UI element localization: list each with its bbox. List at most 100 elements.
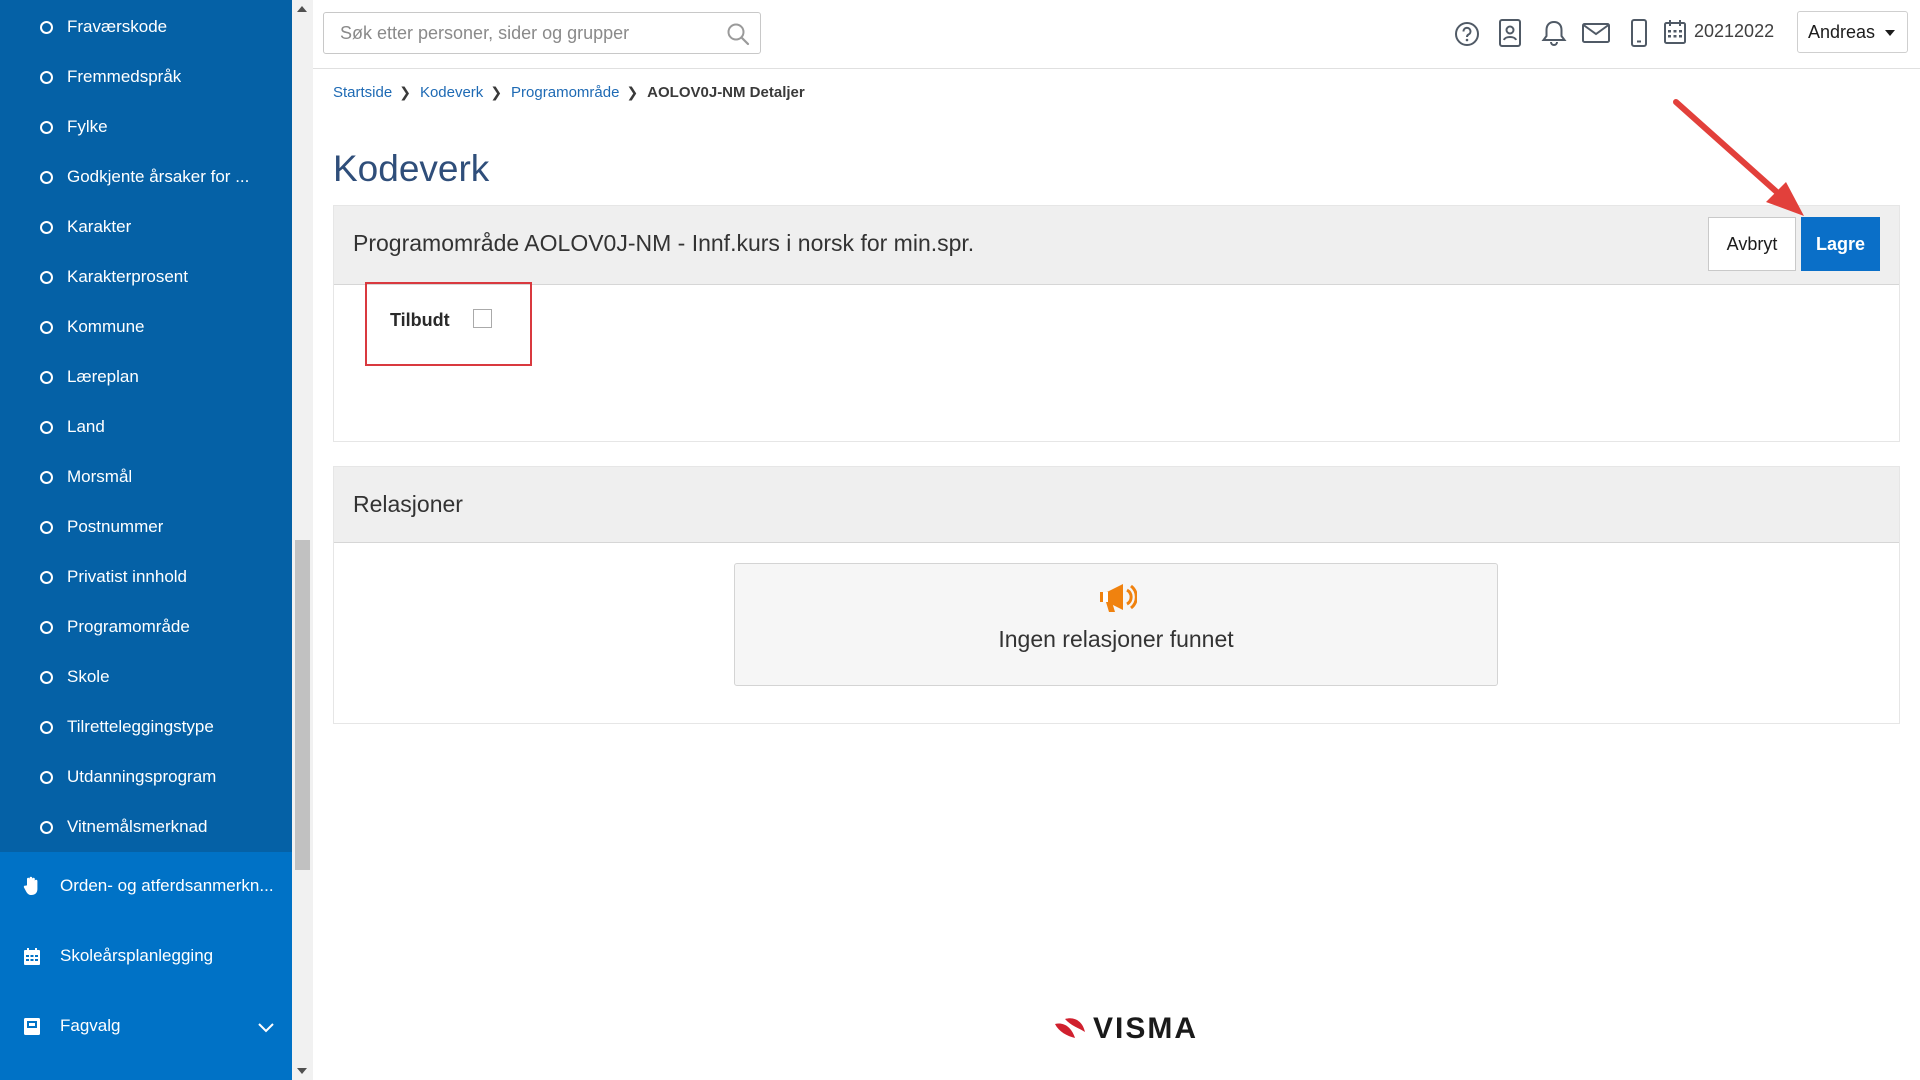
chevron-right-icon: ❯ — [626, 84, 639, 100]
scroll-down-arrow[interactable] — [297, 1068, 307, 1074]
school-year[interactable]: 20212022 — [1694, 21, 1774, 42]
sidebar-item-label: Fremmedspråk — [67, 67, 182, 86]
circle-icon — [40, 320, 53, 334]
visma-logo-text: VISMA — [1093, 1012, 1199, 1045]
contacts-icon[interactable] — [1499, 19, 1521, 52]
sidebar-item-label: Fylke — [67, 117, 108, 136]
sidebar-item-label: Fraværskode — [67, 17, 168, 36]
top-bar: 22 20212022 Andreas — [313, 0, 1920, 69]
circle-icon — [40, 720, 53, 734]
sidebar-item-label: Land — [67, 417, 105, 436]
breadcrumb: Startside ❯ Kodeverk ❯ Programområde ❯ A… — [333, 84, 805, 101]
calendar-icon[interactable] — [1664, 20, 1686, 49]
page-title: Kodeverk — [333, 148, 490, 189]
tilbudt-checkbox[interactable] — [473, 309, 492, 328]
hand-icon — [22, 876, 42, 896]
circle-icon — [40, 70, 53, 84]
sidebar-item-karakterprosent[interactable]: Karakterprosent — [0, 252, 292, 302]
sidebar-item-label: Morsmål — [67, 467, 133, 486]
sidebar-item-label: Postnummer — [67, 517, 164, 536]
sidebar-scrollbar[interactable] — [292, 0, 313, 1080]
sidebar-item-label: Tilretteleggingstype — [67, 717, 214, 736]
search-icon[interactable] — [726, 22, 750, 51]
circle-icon — [40, 670, 53, 684]
sidebar-item-label: Karakterprosent — [67, 267, 188, 286]
breadcrumb-kodeverk[interactable]: Kodeverk — [420, 84, 483, 101]
help-icon[interactable] — [1454, 21, 1480, 52]
sidebar-item-label: Programområde — [67, 617, 190, 636]
sidebar-item-morsmal[interactable]: Morsmål — [0, 452, 292, 502]
circle-icon — [40, 820, 53, 834]
user-menu-button[interactable]: Andreas — [1797, 11, 1908, 53]
breadcrumb-startside[interactable]: Startside — [333, 84, 392, 101]
breadcrumb-programomrade[interactable]: Programområde — [511, 84, 619, 101]
sidebar-item-fylke[interactable]: Fylke — [0, 102, 292, 152]
calendar-icon — [22, 946, 42, 966]
sidebar-item-label: Utdanningsprogram — [67, 767, 217, 786]
sidebar-item-laereplan[interactable]: Læreplan — [0, 352, 292, 402]
cancel-button[interactable]: Avbryt — [1708, 217, 1796, 271]
user-name: Andreas — [1808, 21, 1876, 42]
sidebar-item-label: Skole — [67, 667, 110, 686]
relations-panel-header: Relasjoner — [334, 467, 1899, 543]
empty-state: Ingen relasjoner funnet — [734, 563, 1498, 686]
sidebar-item-fremmedsprak[interactable]: Fremmedspråk — [0, 52, 292, 102]
circle-icon — [40, 570, 53, 584]
circle-icon — [40, 770, 53, 784]
mail-icon[interactable] — [1582, 23, 1610, 48]
circle-icon — [40, 220, 53, 234]
breadcrumb-current: AOLOV0J-NM Detaljer — [647, 84, 805, 101]
red-arrow-annotation — [1673, 99, 1804, 216]
tilbudt-label: Tilbudt — [390, 310, 450, 330]
sidebar-item-label: Vitnemålsmerknad — [67, 817, 208, 836]
circle-icon — [40, 620, 53, 634]
scroll-thumb[interactable] — [295, 540, 310, 870]
search-box — [323, 12, 761, 54]
chevron-down-icon[interactable] — [258, 1018, 274, 1038]
sidebar-item-label: Karakter — [67, 217, 132, 236]
sidebar-sublist: Fraværskode Fremmedspråk Fylke Godkjente… — [0, 0, 292, 852]
circle-icon — [40, 270, 53, 284]
scroll-up-arrow[interactable] — [297, 6, 307, 12]
visma-logo: VISMA — [1053, 1012, 1198, 1046]
circle-icon — [40, 120, 53, 134]
sidebar-item-label: Fagvalg — [60, 1016, 121, 1035]
circle-icon — [40, 170, 53, 184]
circle-icon — [40, 370, 53, 384]
sidebar-item-label: Skoleårsplanlegging — [60, 946, 214, 965]
sidebar-item-label: Godkjente årsaker for ... — [67, 167, 250, 186]
bell-icon[interactable] — [1541, 20, 1567, 52]
sidebar-item-label: Orden- og atferdsanmerkn... — [60, 876, 274, 895]
circle-icon — [40, 520, 53, 534]
sidebar-item-godkjente-arsaker[interactable]: Godkjente årsaker for ... — [0, 152, 292, 202]
sidebar-item-skole[interactable]: Skole — [0, 652, 292, 702]
chevron-right-icon: ❯ — [399, 84, 411, 100]
sidebar-item-vitnemalsmerknad[interactable]: Vitnemålsmerknad — [0, 802, 292, 852]
sidebar-item-orden-atferd[interactable]: Orden- og atferdsanmerkn... — [0, 856, 292, 916]
chevron-right-icon: ❯ — [490, 84, 503, 100]
sidebar-item-programomrade[interactable]: Programområde — [0, 602, 292, 652]
megaphone-icon — [1097, 581, 1138, 620]
sidebar-item-skolearsplanlegging[interactable]: Skoleårsplanlegging — [0, 926, 292, 986]
sidebar-item-utdanningsprogram[interactable]: Utdanningsprogram — [0, 752, 292, 802]
sidebar-item-tilretteleggingstype[interactable]: Tilretteleggingstype — [0, 702, 292, 752]
sidebar-item-karakter[interactable]: Karakter — [0, 202, 292, 252]
mobile-icon[interactable] — [1631, 19, 1647, 52]
detail-panel-title: Programområde AOLOV0J-NM - Innf.kurs i n… — [353, 230, 975, 256]
sidebar-item-postnummer[interactable]: Postnummer — [0, 502, 292, 552]
sidebar-item-land[interactable]: Land — [0, 402, 292, 452]
book-icon — [22, 1016, 42, 1036]
sidebar-item-privatist-innhold[interactable]: Privatist innhold — [0, 552, 292, 602]
sidebar-item-label: Kommune — [67, 317, 145, 336]
caret-down-icon — [1885, 30, 1895, 36]
detail-panel-header: Programområde AOLOV0J-NM - Innf.kurs i n… — [334, 206, 1899, 285]
sidebar-item-fagvalg[interactable]: Fagvalg — [0, 996, 292, 1056]
detail-panel: Programområde AOLOV0J-NM - Innf.kurs i n… — [333, 205, 1900, 442]
save-button[interactable]: Lagre — [1801, 217, 1880, 271]
sidebar-item-fravaerskode[interactable]: Fraværskode — [0, 2, 292, 52]
search-input[interactable] — [324, 13, 704, 53]
visma-logo-mark — [1055, 1018, 1085, 1038]
circle-icon — [40, 20, 53, 34]
sidebar-item-kommune[interactable]: Kommune — [0, 302, 292, 352]
sidebar: Fraværskode Fremmedspråk Fylke Godkjente… — [0, 0, 292, 1080]
